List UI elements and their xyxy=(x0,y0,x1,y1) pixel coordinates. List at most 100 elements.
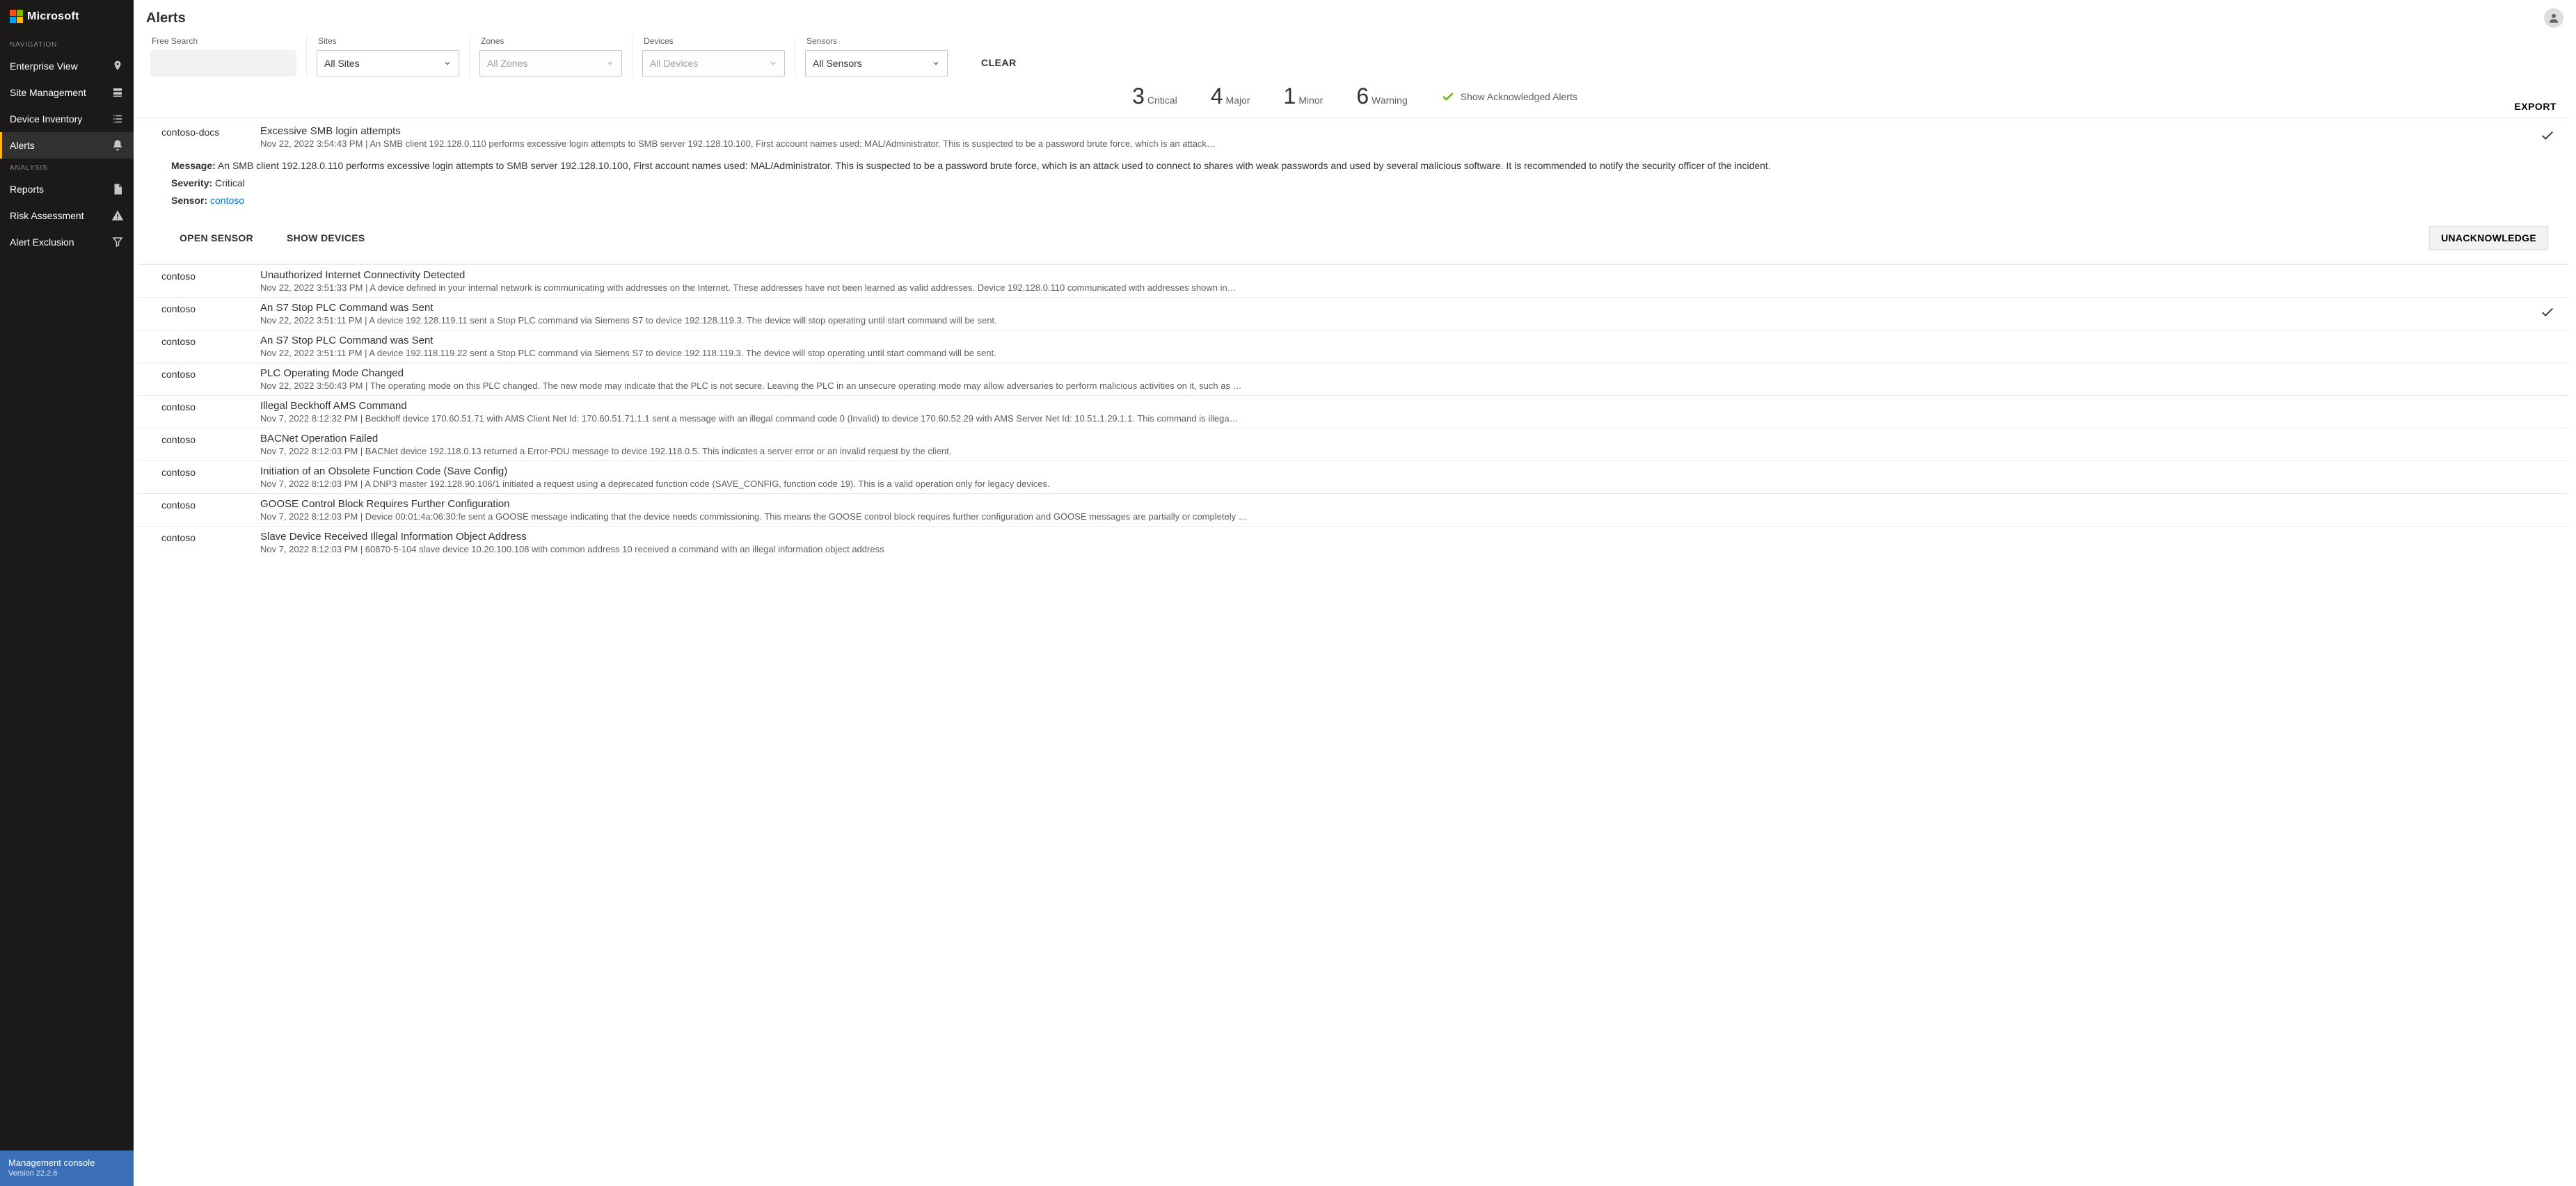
acknowledge-button[interactable] xyxy=(2537,498,2558,522)
message-text: An SMB client 192.128.0.110 performs exc… xyxy=(216,160,1771,171)
sidebar-item-risk-assessment[interactable]: Risk Assessment xyxy=(0,202,134,229)
zones-value: All Zones xyxy=(487,58,527,69)
clear-button[interactable]: CLEAR xyxy=(971,51,1026,74)
devices-value: All Devices xyxy=(650,58,698,69)
alert-row[interactable]: contoso Unauthorized Internet Connectivi… xyxy=(138,264,2569,297)
person-icon xyxy=(2547,12,2560,24)
show-acknowledged-toggle[interactable]: Show Acknowledged Alerts xyxy=(1441,90,1577,104)
sidebar-item-label: Reports xyxy=(10,184,44,195)
show-devices-button[interactable]: SHOW DEVICES xyxy=(278,227,374,249)
stat-warning-label: Warning xyxy=(1372,95,1408,106)
nav-heading-analysis: ANALYSIS xyxy=(0,159,134,176)
alert-row[interactable]: contoso Initiation of an Obsolete Functi… xyxy=(138,460,2569,493)
alert-title: An S7 Stop PLC Command was Sent xyxy=(260,335,2508,346)
brand: Microsoft xyxy=(0,0,134,35)
filter-bar: Free Search Sites All Sites Zones All Zo… xyxy=(134,33,2576,83)
acknowledge-button[interactable] xyxy=(2537,269,2558,293)
sidebar-item-site-management[interactable]: Site Management xyxy=(0,79,134,106)
acknowledge-button[interactable] xyxy=(2537,125,2558,149)
zones-select[interactable]: All Zones xyxy=(479,50,622,77)
devices-select[interactable]: All Devices xyxy=(642,50,785,77)
microsoft-logo-icon xyxy=(10,10,23,23)
acknowledge-button[interactable] xyxy=(2537,433,2558,456)
alert-sensor: contoso xyxy=(161,531,231,554)
acknowledge-button[interactable] xyxy=(2537,335,2558,358)
alert-meta: Nov 22, 2022 3:51:11 PM | A device 192.1… xyxy=(260,348,2508,358)
alert-sensor: contoso-docs xyxy=(161,125,231,149)
open-sensor-button[interactable]: OPEN SENSOR xyxy=(171,227,262,249)
alert-meta: Nov 7, 2022 8:12:32 PM | Beckhoff device… xyxy=(260,413,2508,424)
alert-row[interactable]: contoso An S7 Stop PLC Command was Sent … xyxy=(138,297,2569,330)
alert-sensor: contoso xyxy=(161,302,231,326)
alert-title: PLC Operating Mode Changed xyxy=(260,367,2508,379)
alert-row[interactable]: contoso PLC Operating Mode Changed Nov 2… xyxy=(138,362,2569,395)
page-title: Alerts xyxy=(146,10,186,26)
user-avatar[interactable] xyxy=(2544,8,2563,28)
sensor-link[interactable]: contoso xyxy=(210,195,244,206)
sidebar-item-enterprise-view[interactable]: Enterprise View xyxy=(0,53,134,79)
alert-sensor: contoso xyxy=(161,465,231,489)
unacknowledge-button[interactable]: UNACKNOWLEDGE xyxy=(2429,226,2548,250)
alert-list[interactable]: contoso-docs Excessive SMB login attempt… xyxy=(134,113,2576,1186)
bell-icon xyxy=(111,139,124,152)
location-pin-icon xyxy=(111,60,124,72)
sensors-label: Sensors xyxy=(805,36,948,46)
stat-major: 4 Major xyxy=(1211,83,1250,109)
chevron-down-icon xyxy=(443,59,452,67)
alert-meta: Nov 22, 2022 3:51:11 PM | A device 192.1… xyxy=(260,315,2508,326)
alert-title: Excessive SMB login attempts xyxy=(260,125,2508,137)
alert-title: GOOSE Control Block Requires Further Con… xyxy=(260,498,2508,510)
filter-icon xyxy=(111,236,124,248)
list-icon xyxy=(111,113,124,125)
alert-row[interactable]: contoso BACNet Operation Failed Nov 7, 2… xyxy=(138,428,2569,460)
acknowledge-button[interactable] xyxy=(2537,465,2558,489)
alert-meta: Nov 22, 2022 3:50:43 PM | The operating … xyxy=(260,380,2508,391)
alert-detail: Message: An SMB client 192.128.0.110 per… xyxy=(161,149,2558,208)
search-label: Free Search xyxy=(150,36,296,46)
alert-meta: Nov 7, 2022 8:12:03 PM | BACNet device 1… xyxy=(260,446,2508,456)
stat-minor-count: 1 xyxy=(1284,83,1296,109)
severity-value: Critical xyxy=(212,177,245,189)
search-field[interactable] xyxy=(164,58,289,69)
acknowledge-button[interactable] xyxy=(2537,400,2558,424)
alert-meta: Nov 7, 2022 8:12:03 PM | 60870-5-104 sla… xyxy=(260,544,2508,554)
search-input[interactable] xyxy=(150,50,296,77)
stat-warning: 6 Warning xyxy=(1356,83,1407,109)
stat-critical-label: Critical xyxy=(1147,95,1177,106)
server-icon xyxy=(111,86,124,99)
sensors-select[interactable]: All Sensors xyxy=(805,50,948,77)
alert-row[interactable]: contoso GOOSE Control Block Requires Fur… xyxy=(138,493,2569,526)
check-icon xyxy=(2540,128,2555,143)
alert-row[interactable]: contoso Slave Device Received Illegal In… xyxy=(138,526,2569,559)
summary-row: 3 Critical 4 Major 1 Minor 6 Warning Sho… xyxy=(134,83,2576,113)
alert-title: Slave Device Received Illegal Informatio… xyxy=(260,531,2508,543)
acknowledge-button[interactable] xyxy=(2537,302,2558,326)
acknowledge-button[interactable] xyxy=(2537,531,2558,554)
alert-sensor: contoso xyxy=(161,433,231,456)
export-button[interactable]: EXPORT xyxy=(2507,97,2563,116)
alert-row[interactable]: contoso Illegal Beckhoff AMS Command Nov… xyxy=(138,395,2569,428)
alert-row-expanded[interactable]: contoso-docs Excessive SMB login attempt… xyxy=(138,118,2569,264)
alert-row[interactable]: contoso An S7 Stop PLC Command was Sent … xyxy=(138,330,2569,362)
sidebar-footer: Management console Version 22.2.6 xyxy=(0,1151,134,1186)
devices-label: Devices xyxy=(642,36,785,46)
sites-label: Sites xyxy=(317,36,459,46)
stat-minor-label: Minor xyxy=(1298,95,1323,106)
stat-critical: 3 Critical xyxy=(1132,83,1177,109)
alert-meta: Nov 7, 2022 8:12:03 PM | Device 00:01:4a… xyxy=(260,511,2508,522)
alert-sensor: contoso xyxy=(161,498,231,522)
alert-title: Initiation of an Obsolete Function Code … xyxy=(260,465,2508,477)
sites-select[interactable]: All Sites xyxy=(317,50,459,77)
sidebar-item-device-inventory[interactable]: Device Inventory xyxy=(0,106,134,132)
expanded-actions: OPEN SENSOR SHOW DEVICES UNACKNOWLEDGE xyxy=(161,211,2558,250)
stat-major-count: 4 xyxy=(1211,83,1223,109)
sidebar-item-reports[interactable]: Reports xyxy=(0,176,134,202)
chevron-down-icon xyxy=(932,59,940,67)
acknowledge-button[interactable] xyxy=(2537,367,2558,391)
alert-sensor: contoso xyxy=(161,400,231,424)
alert-meta: Nov 22, 2022 3:51:33 PM | A device defin… xyxy=(260,282,2508,293)
alert-sensor: contoso xyxy=(161,335,231,358)
topbar: Alerts xyxy=(134,0,2576,33)
sidebar-item-alerts[interactable]: Alerts xyxy=(0,132,134,159)
sidebar-item-alert-exclusion[interactable]: Alert Exclusion xyxy=(0,229,134,255)
